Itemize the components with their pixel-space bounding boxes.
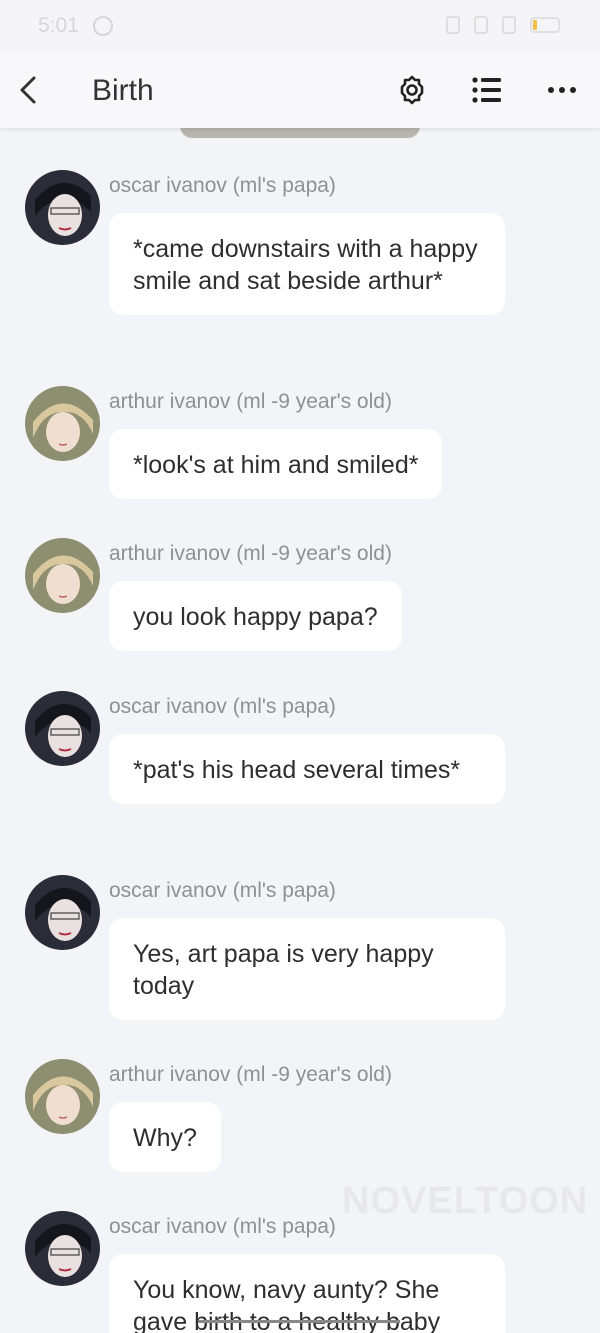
message-bubble[interactable]: Why? [109, 1102, 221, 1172]
watermark: NOVELTOON [342, 1180, 589, 1222]
chat-messages: oscar ivanov (ml's papa) *came downstair… [0, 0, 600, 1333]
message-sender: arthur ivanov (ml -9 year's old) [109, 390, 392, 413]
list-icon[interactable] [471, 76, 503, 104]
avatar[interactable] [25, 386, 100, 461]
message-sender: oscar ivanov (ml's papa) [109, 1215, 336, 1238]
message-sender: oscar ivanov (ml's papa) [109, 695, 336, 718]
avatar[interactable] [25, 691, 100, 766]
message-bubble[interactable]: *look's at him and smiled* [109, 429, 443, 499]
message-sender: arthur ivanov (ml -9 year's old) [109, 1063, 392, 1086]
message-sender: arthur ivanov (ml -9 year's old) [109, 542, 392, 565]
avatar[interactable] [25, 170, 100, 245]
message-sender: oscar ivanov (ml's papa) [109, 879, 336, 902]
message-bubble[interactable]: *came downstairs with a happy smile and … [109, 213, 505, 315]
message-sender: oscar ivanov (ml's papa) [109, 174, 336, 197]
more-icon[interactable] [546, 80, 578, 100]
avatar[interactable] [25, 538, 100, 613]
avatar[interactable] [25, 875, 100, 950]
avatar[interactable] [25, 1059, 100, 1134]
avatar[interactable] [25, 1211, 100, 1286]
gear-icon[interactable] [396, 74, 428, 106]
back-arrow-icon[interactable] [16, 74, 40, 106]
message-bubble[interactable]: Yes, art papa is very happy today [109, 918, 505, 1020]
page-title: Birth [92, 74, 154, 107]
message-bubble[interactable]: *pat's his head several times* [109, 734, 505, 804]
app-bar: Birth [0, 52, 600, 128]
message-bubble[interactable]: you look happy papa? [109, 581, 402, 651]
text-strikethrough [198, 1320, 400, 1323]
